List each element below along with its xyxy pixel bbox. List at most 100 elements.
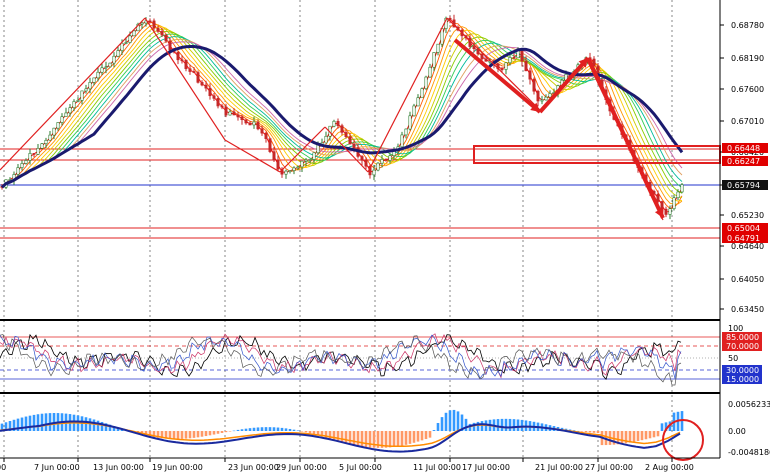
macd-bar bbox=[356, 431, 360, 446]
macd-bar bbox=[272, 427, 276, 431]
time-axis-label: 23 Jun 00:00 bbox=[228, 463, 279, 472]
oscillator-line bbox=[0, 334, 682, 386]
price-axis-label: 0.64640 bbox=[731, 242, 764, 251]
macd-bar bbox=[244, 428, 248, 431]
price-tag: 0.64791 bbox=[722, 233, 768, 243]
oscillator-panel[interactable] bbox=[0, 333, 720, 386]
macd-axis-label: -0.0048186 bbox=[728, 448, 770, 457]
macd-bar bbox=[340, 431, 344, 443]
macd-bar bbox=[580, 431, 584, 432]
svg-text:0.66247: 0.66247 bbox=[727, 157, 760, 166]
time-axis-label: 7 Jun 00:00 bbox=[34, 463, 80, 472]
macd-bar bbox=[476, 421, 480, 431]
candle bbox=[424, 75, 428, 91]
macd-bar bbox=[240, 429, 244, 431]
macd-bar bbox=[400, 431, 404, 446]
candle bbox=[680, 182, 684, 194]
macd-bar bbox=[592, 431, 596, 433]
candle bbox=[412, 103, 416, 117]
oscillator-axis-label: 50 bbox=[728, 354, 738, 363]
macd-bar bbox=[636, 431, 640, 442]
time-axis-label: 29 Jun 00:00 bbox=[276, 463, 327, 472]
macd-bar bbox=[276, 427, 280, 431]
candle bbox=[196, 70, 200, 84]
macd-bar bbox=[252, 427, 256, 431]
macd-bar bbox=[508, 418, 512, 431]
macd-bar bbox=[196, 431, 200, 438]
macd-bar bbox=[496, 419, 500, 431]
time-axis-label: 27 Jul 00:00 bbox=[585, 463, 633, 472]
price-axis-label: 0.68190 bbox=[731, 54, 764, 63]
macd-bar bbox=[176, 431, 180, 440]
candle bbox=[440, 28, 444, 47]
macd-bar bbox=[404, 431, 408, 445]
macd-panel[interactable] bbox=[0, 409, 704, 461]
time-axis-label: 00 bbox=[0, 463, 6, 472]
macd-bar bbox=[332, 431, 336, 441]
macd-bar bbox=[96, 420, 100, 431]
macd-bar bbox=[308, 431, 312, 434]
oscillator-axis: 10085.000070.0000 50 30.000015.0000 bbox=[722, 324, 762, 384]
macd-bar bbox=[464, 418, 468, 431]
time-axis-label: 21 Jul 00:00 bbox=[535, 463, 583, 472]
time-axis-label: 17 Jul 00:00 bbox=[462, 463, 510, 472]
macd-bar bbox=[516, 419, 520, 431]
svg-text:0.65794: 0.65794 bbox=[727, 181, 760, 190]
macd-bar bbox=[480, 421, 484, 431]
macd-bar bbox=[504, 418, 508, 431]
macd-bar bbox=[48, 413, 52, 431]
candle bbox=[420, 87, 424, 99]
macd-bar bbox=[284, 428, 288, 431]
macd-bar bbox=[20, 417, 24, 431]
macd-axis-label: 0.0056233 bbox=[728, 400, 770, 409]
macd-bar bbox=[328, 431, 332, 440]
time-axis: 00 7 Jun 00:00 13 Jun 00:00 19 Jun 00:00 23 … bbox=[0, 458, 694, 472]
oscillator-axis-label: 15.0000 bbox=[726, 375, 759, 384]
oscillator-lines bbox=[0, 333, 682, 386]
main-price-panel[interactable] bbox=[0, 0, 721, 458]
macd-bar bbox=[208, 431, 212, 436]
macd-bar bbox=[436, 423, 440, 431]
macd-bar bbox=[644, 431, 648, 440]
macd-bar bbox=[92, 419, 96, 431]
macd-bar bbox=[264, 427, 268, 431]
price-tag: 0.65004 bbox=[722, 223, 768, 233]
price-axis-label: 0.67010 bbox=[731, 117, 764, 126]
macd-bar bbox=[348, 431, 352, 445]
macd-bar bbox=[364, 431, 368, 448]
macd-bar bbox=[652, 431, 656, 438]
macd-bar bbox=[620, 431, 624, 444]
macd-bar bbox=[352, 431, 356, 446]
oscillator-line bbox=[0, 333, 682, 379]
macd-bar bbox=[368, 431, 372, 448]
macd-bar bbox=[300, 431, 304, 432]
macd-bar bbox=[392, 431, 396, 447]
time-axis-label: 19 Jun 00:00 bbox=[152, 463, 203, 472]
macd-bar bbox=[28, 415, 32, 431]
macd-bar bbox=[424, 431, 428, 440]
macd-bar bbox=[412, 431, 416, 443]
macd-axis-label: 0.00 bbox=[728, 427, 746, 436]
macd-bar bbox=[456, 411, 460, 431]
macd-bar bbox=[432, 430, 436, 431]
macd-bar bbox=[292, 429, 296, 431]
macd-bar bbox=[248, 428, 252, 431]
macd-bar bbox=[344, 431, 348, 444]
macd-bar bbox=[212, 431, 216, 435]
macd-bar bbox=[648, 431, 652, 439]
candle bbox=[108, 62, 112, 68]
price-axis-label: 0.65230 bbox=[731, 211, 764, 220]
macd-bar bbox=[268, 427, 272, 431]
macd-bar bbox=[44, 413, 48, 431]
time-axis-label: 5 Jul 00:00 bbox=[339, 463, 382, 472]
svg-text:0.66448: 0.66448 bbox=[727, 144, 760, 153]
macd-bar bbox=[448, 410, 452, 431]
macd-bar bbox=[396, 431, 400, 447]
svg-text:0.64791: 0.64791 bbox=[727, 234, 760, 243]
candle bbox=[268, 137, 272, 154]
macd-bar bbox=[452, 409, 456, 431]
price-axis-label: 0.63450 bbox=[731, 305, 764, 314]
macd-bar bbox=[204, 431, 208, 437]
macd-bar bbox=[236, 429, 240, 431]
price-axis: 0.687800.681900.676000.670100.664200.658… bbox=[720, 21, 768, 314]
